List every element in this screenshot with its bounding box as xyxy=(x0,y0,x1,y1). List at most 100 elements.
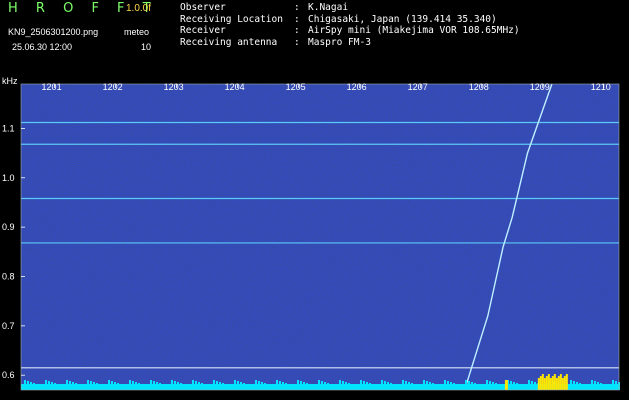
level-bar xyxy=(324,382,326,390)
meteo-label: meteo xyxy=(124,27,150,37)
level-bar xyxy=(162,384,164,390)
level-bar xyxy=(501,385,503,390)
level-bar xyxy=(186,385,188,390)
level-bar xyxy=(447,381,449,390)
level-bar xyxy=(435,384,437,390)
level-burst xyxy=(551,376,554,390)
level-bar xyxy=(357,386,359,390)
y-axis-unit: kHz xyxy=(2,76,18,86)
level-bar xyxy=(195,381,197,390)
level-bar xyxy=(285,383,287,390)
level-bar xyxy=(372,384,374,390)
info-row-observer: Observer : K.Nagai xyxy=(180,2,520,14)
level-bar xyxy=(150,380,152,390)
level-bar xyxy=(144,385,146,390)
info-row-antenna: Receiving antenna : Maspro FM-3 xyxy=(180,37,520,49)
level-bar xyxy=(276,380,278,390)
level-bar xyxy=(24,380,26,390)
level-bar xyxy=(135,382,137,390)
level-bar xyxy=(105,386,107,390)
level-bar xyxy=(222,383,224,390)
level-bar xyxy=(177,382,179,390)
level-bar xyxy=(147,386,149,390)
info-separator: : xyxy=(294,25,300,36)
header-panel: H R O F F T 1.0.0f KN9_2506301200.png 25… xyxy=(0,0,629,74)
y-tick-label: 0.7 xyxy=(2,321,15,331)
level-bar xyxy=(396,385,398,390)
level-burst xyxy=(545,376,548,390)
level-bar xyxy=(450,382,452,390)
level-bar xyxy=(456,384,458,390)
level-burst xyxy=(537,378,540,390)
level-bar xyxy=(42,386,44,390)
info-separator: : xyxy=(294,36,300,48)
x-tick-label: 1208 xyxy=(469,82,489,92)
info-value: Maspro FM-3 xyxy=(308,36,371,48)
info-separator: : xyxy=(294,13,300,25)
level-bar xyxy=(603,384,605,390)
level-bar xyxy=(318,380,320,390)
info-label: Receiving antenna xyxy=(180,36,278,48)
timestamp: 25.06.30 12:00 xyxy=(12,42,73,52)
level-bar xyxy=(408,382,410,390)
y-tick-label: 0.8 xyxy=(2,271,15,281)
level-bar xyxy=(477,384,479,390)
level-bar xyxy=(228,385,230,390)
level-bar xyxy=(237,381,239,390)
level-bar xyxy=(123,385,125,390)
level-bar xyxy=(234,380,236,390)
level-bar xyxy=(411,383,413,390)
level-bar xyxy=(102,385,104,390)
level-burst xyxy=(555,378,558,390)
level-bar xyxy=(72,382,74,390)
level-bar xyxy=(339,380,341,390)
level-bar xyxy=(405,381,407,390)
level-bar xyxy=(381,380,383,390)
level-bar xyxy=(258,381,260,390)
level-bar xyxy=(96,383,98,390)
level-bar xyxy=(468,381,470,390)
level-bar xyxy=(273,386,275,390)
level-bar xyxy=(213,380,215,390)
level-bar xyxy=(165,385,167,390)
level-bar xyxy=(294,386,296,390)
level-bar xyxy=(336,386,338,390)
level-bar xyxy=(54,383,56,390)
level-bar xyxy=(300,381,302,390)
level-bar xyxy=(471,382,473,390)
level-bar xyxy=(291,385,293,390)
level-bar xyxy=(84,386,86,390)
level-bar xyxy=(333,385,335,390)
level-bar xyxy=(393,384,395,390)
level-bar xyxy=(474,383,476,390)
level-bar xyxy=(363,381,365,390)
level-bar xyxy=(360,380,362,390)
level-bar xyxy=(327,383,329,390)
level-bar xyxy=(612,380,614,390)
level-bar xyxy=(207,385,209,390)
info-label: Observer xyxy=(180,2,226,13)
level-bar xyxy=(51,382,53,390)
level-bar xyxy=(57,384,59,390)
level-bar xyxy=(576,382,578,390)
level-bar xyxy=(168,386,170,390)
level-bar xyxy=(297,380,299,390)
level-bar xyxy=(90,381,92,390)
x-tick-label: 1201 xyxy=(42,82,62,92)
level-bar xyxy=(519,384,521,390)
level-bar xyxy=(498,384,500,390)
level-bar xyxy=(516,383,518,390)
level-burst xyxy=(553,374,556,390)
level-bar xyxy=(192,380,194,390)
noise-texture xyxy=(21,84,619,390)
level-bar xyxy=(27,381,29,390)
level-bar xyxy=(159,383,161,390)
level-bar xyxy=(306,383,308,390)
level-bar xyxy=(378,386,380,390)
level-bar xyxy=(522,385,524,390)
level-bar xyxy=(30,382,32,390)
level-bar xyxy=(426,381,428,390)
level-bar xyxy=(210,386,212,390)
level-bar xyxy=(573,381,575,390)
level-bar xyxy=(252,386,254,390)
